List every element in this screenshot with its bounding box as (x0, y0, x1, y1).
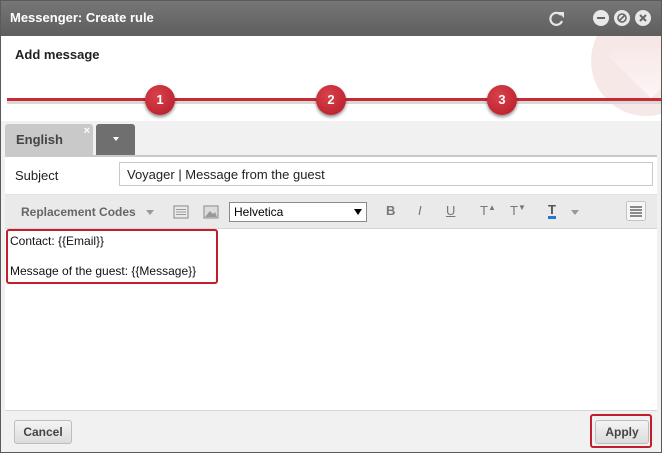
image-icon[interactable] (202, 203, 220, 221)
apply-button[interactable]: Apply (595, 420, 649, 444)
bold-button[interactable]: B (386, 203, 395, 218)
cancel-button[interactable]: Cancel (14, 420, 72, 444)
title-bar: Messenger: Create rule (1, 1, 661, 36)
font-family-value: Helvetica (234, 205, 284, 219)
subject-label: Subject (15, 168, 59, 183)
replacement-codes-caret-icon[interactable] (146, 210, 154, 215)
step-3[interactable]: 3 (487, 85, 517, 115)
tab-label: English (16, 132, 63, 147)
caret-down-icon (113, 137, 119, 141)
list-icon[interactable] (172, 203, 190, 221)
close-icon[interactable] (635, 10, 651, 26)
subject-row: Subject (5, 157, 657, 195)
refresh-icon[interactable] (546, 9, 566, 29)
page-title: Add message (15, 47, 100, 62)
replacement-codes-menu[interactable]: Replacement Codes (21, 205, 136, 219)
tab-english[interactable]: English × (5, 124, 93, 155)
dialog-footer: Cancel Apply (5, 410, 657, 452)
create-rule-window: Messenger: Create rule Add message 1 2 3… (0, 0, 662, 453)
subscript-label: T (510, 203, 518, 218)
subject-input[interactable] (119, 162, 653, 186)
message-editor[interactable]: Contact: {{Email}} Message of the guest:… (5, 229, 657, 410)
select-caret-icon (354, 209, 362, 215)
superscript-button[interactable]: T▲ (480, 203, 496, 218)
editor-line-contact: Contact: {{Email}} (10, 234, 105, 248)
language-tabs: English × (5, 121, 657, 157)
superscript-arrow-icon: ▲ (487, 203, 496, 212)
text-color-button[interactable]: T (548, 203, 556, 219)
restore-icon[interactable] (614, 10, 630, 26)
subscript-arrow-icon: ▼ (517, 203, 526, 212)
step-2[interactable]: 2 (316, 85, 346, 115)
superscript-label: T (480, 203, 488, 218)
subscript-button[interactable]: T▼ (510, 203, 526, 218)
align-icon[interactable] (626, 201, 646, 221)
minimize-icon[interactable] (593, 10, 609, 26)
editor-toolbar: Replacement Codes Helvetica B I U T▲ T▼ … (5, 195, 657, 229)
window-title: Messenger: Create rule (10, 10, 154, 25)
underline-button[interactable]: U (446, 203, 455, 218)
step-1[interactable]: 1 (145, 85, 175, 115)
add-language-dropdown[interactable] (96, 124, 135, 155)
text-color-caret-icon[interactable] (571, 210, 579, 215)
wizard-header: Add message 1 2 3 (1, 36, 661, 121)
tab-close-icon[interactable]: × (84, 125, 90, 137)
editor-line-message: Message of the guest: {{Message}} (10, 264, 197, 278)
font-family-select[interactable]: Helvetica (229, 202, 367, 222)
italic-button[interactable]: I (418, 203, 422, 218)
